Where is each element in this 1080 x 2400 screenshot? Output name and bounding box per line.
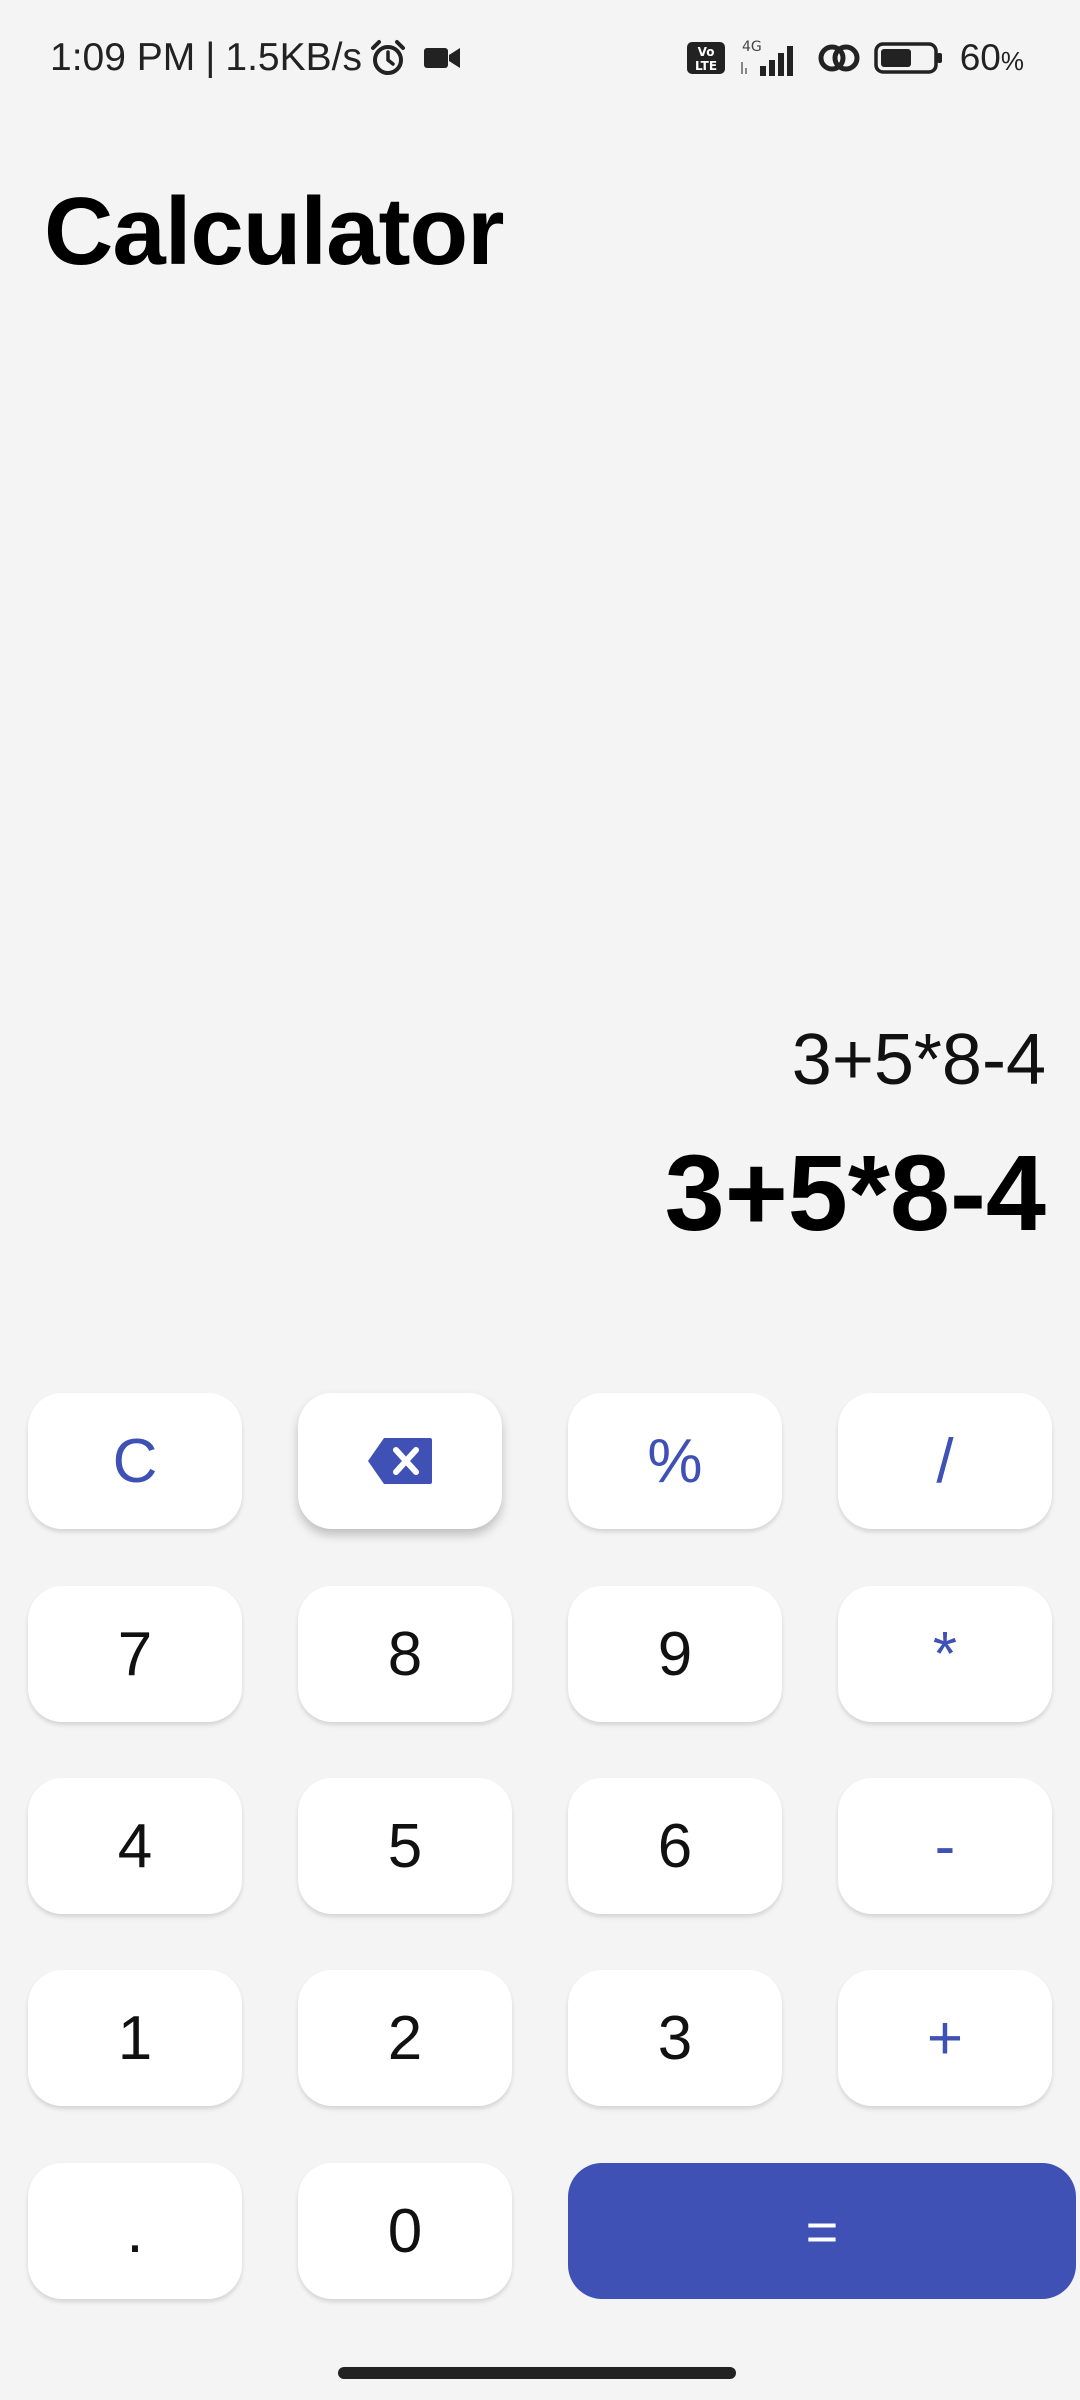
- video-camera-icon: [422, 43, 462, 73]
- link-icon: [816, 40, 862, 76]
- expression-display: 3+5*8-4: [791, 1020, 1046, 1100]
- digit-4-button[interactable]: 4: [28, 1778, 242, 1914]
- status-bar: 1:09 PM | 1.5KB/s Vo LTE 4G 60%: [0, 0, 1080, 115]
- minus-button[interactable]: -: [838, 1778, 1052, 1914]
- plus-button[interactable]: +: [838, 1970, 1052, 2106]
- percent-button[interactable]: %: [568, 1393, 782, 1529]
- status-separator: |: [205, 36, 216, 79]
- home-indicator[interactable]: [338, 2367, 736, 2379]
- battery-percentage: 60%: [959, 37, 1024, 78]
- status-time: 1:09 PM: [50, 36, 196, 79]
- equals-button[interactable]: =: [568, 2163, 1076, 2299]
- digit-3-button[interactable]: 3: [568, 1970, 782, 2106]
- digit-2-button[interactable]: 2: [298, 1970, 512, 2106]
- volte-icon: Vo LTE: [686, 41, 726, 75]
- signal-icon: 4G: [738, 38, 804, 78]
- clear-button[interactable]: C: [28, 1393, 242, 1529]
- battery-icon: [873, 41, 944, 75]
- digit-6-button[interactable]: 6: [568, 1778, 782, 1914]
- digit-1-button[interactable]: 1: [28, 1970, 242, 2106]
- digit-8-button[interactable]: 8: [298, 1586, 512, 1722]
- digit-5-button[interactable]: 5: [298, 1778, 512, 1914]
- multiply-button[interactable]: *: [838, 1586, 1052, 1722]
- svg-text:LTE: LTE: [695, 59, 717, 73]
- decimal-button[interactable]: .: [28, 2163, 242, 2299]
- digit-0-button[interactable]: 0: [298, 2163, 512, 2299]
- backspace-button[interactable]: [298, 1393, 502, 1529]
- network-type-label: 4G: [742, 39, 762, 55]
- divide-button[interactable]: /: [838, 1393, 1052, 1529]
- status-bar-left: 1:09 PM | 1.5KB/s: [50, 30, 462, 86]
- backspace-icon: [366, 1436, 434, 1486]
- svg-text:Vo: Vo: [697, 45, 714, 59]
- status-network-speed: 1.5KB/s: [225, 36, 362, 79]
- alarm-icon: [368, 38, 408, 78]
- status-bar-right: Vo LTE 4G 60%: [686, 30, 1024, 86]
- digit-9-button[interactable]: 9: [568, 1586, 782, 1722]
- result-display: 3+5*8-4: [664, 1132, 1046, 1253]
- digit-7-button[interactable]: 7: [28, 1586, 242, 1722]
- page-title: Calculator: [44, 178, 504, 285]
